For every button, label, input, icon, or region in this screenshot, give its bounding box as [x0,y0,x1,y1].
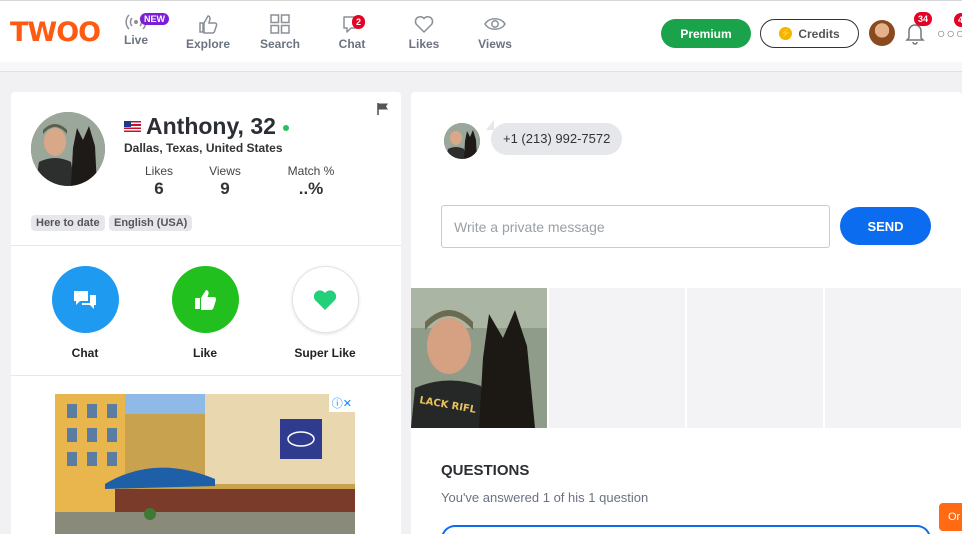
super-like-action[interactable]: Super Like [280,266,370,360]
notifications-button[interactable]: 34 [904,12,933,50]
like-action-label: Like [192,346,217,360]
user-avatar[interactable] [869,20,895,46]
gallery-photo[interactable]: LACK RIFL [411,288,547,428]
nav-views[interactable]: Views [463,13,527,51]
section-divider [11,375,401,376]
stat-likes: Likes 6 [141,164,177,199]
more-badge: 4 [954,13,962,27]
like-action[interactable]: Like [160,266,250,360]
stat-views-label: Views [209,164,241,178]
heart-icon [313,289,337,310]
super-like-action-label: Super Like [294,346,356,360]
sender-photo-drawing [444,123,480,159]
header-divider [0,62,962,72]
nav-chat[interactable]: 2 Chat [320,13,384,51]
twoo-logo[interactable]: TWOO [10,17,101,48]
chat-action-label: Chat [71,346,99,360]
profile-location: Dallas, Texas, United States [124,141,283,155]
nav-chat-label: Chat [338,37,366,51]
tag-language: English (USA) [109,215,193,231]
eye-icon [484,18,506,30]
ad-image [55,394,355,534]
nav-likes-label: Likes [408,37,440,51]
chat-count-badge: 2 [352,15,366,29]
gallery-photo-placeholder [825,288,961,428]
profile-avatar[interactable] [31,112,105,186]
profile-card: Anthony, 32 Dallas, Texas, United States… [11,92,401,534]
top-navigation-bar: TWOO NEW Live Explore Search 2 Chat Like… [0,0,962,62]
profile-photo-drawing [31,112,105,186]
conversation-card: +1 (213) 992-7572 SEND LACK RIFL QUESTIO… [411,92,962,534]
photo-gallery: LACK RIFL [411,288,962,428]
chat-action[interactable]: Chat [40,266,130,360]
tag-here-to-date: Here to date [31,215,105,231]
stat-match: Match % ..% [283,164,339,199]
nav-search-label: Search [259,37,301,51]
nav-explore[interactable]: Explore [176,13,240,51]
super-like-action-button[interactable] [291,266,359,333]
flag-icon [377,103,388,115]
more-menu-button[interactable]: ○○○ 4 [937,13,962,41]
thumbs-up-icon [199,15,218,34]
stat-match-label: Match % [287,164,335,178]
corner-tab[interactable]: Or [939,503,962,531]
questions-title: QUESTIONS [441,462,530,479]
stat-views-value: 9 [220,179,230,198]
credits-button[interactable]: ⚡ Credits [760,19,859,48]
like-action-button[interactable] [171,266,239,333]
questions-subtitle: You've answered 1 of his 1 question [441,490,649,505]
heart-icon [414,16,434,33]
stat-likes-value: 6 [154,179,164,198]
credits-label: Credits [798,26,840,41]
gallery-photo-placeholder [687,288,823,428]
nav-explore-label: Explore [185,37,230,51]
ad-info-close-icon[interactable]: ⓘ✕ [328,394,355,412]
nav-live[interactable]: NEW Live [104,13,169,47]
question-button[interactable] [441,525,931,534]
report-button[interactable] [376,102,390,121]
us-flag-icon [124,121,141,132]
thumbs-up-icon [195,289,217,310]
premium-button[interactable]: Premium [661,19,751,48]
private-message-input[interactable] [441,205,830,248]
nav-likes[interactable]: Likes [392,13,456,51]
stat-match-value: ..% [298,179,324,198]
sender-avatar [444,123,480,159]
nav-live-label: Live [123,33,148,47]
more-dots-icon: ○○○ [937,25,962,41]
grid-icon [270,14,290,34]
section-divider [11,245,401,246]
new-badge: NEW [140,13,169,25]
advertisement-banner[interactable]: ⓘ✕ [55,394,355,534]
chat-action-button[interactable] [51,266,119,333]
send-button[interactable]: SEND [840,207,931,245]
online-status-dot [283,125,289,131]
chat-icon [74,290,96,309]
notifications-badge: 34 [914,12,933,26]
nav-search[interactable]: Search [248,13,312,51]
lightning-coin-icon: ⚡ [779,27,793,40]
nav-views-label: Views [478,37,512,51]
stat-views: Views 9 [205,164,245,199]
gallery-photo-placeholder [549,288,685,428]
stat-likes-label: Likes [144,164,173,178]
profile-name: Anthony, 32 [146,113,276,139]
phone-number-bubble: +1 (213) 992-7572 [485,120,623,155]
